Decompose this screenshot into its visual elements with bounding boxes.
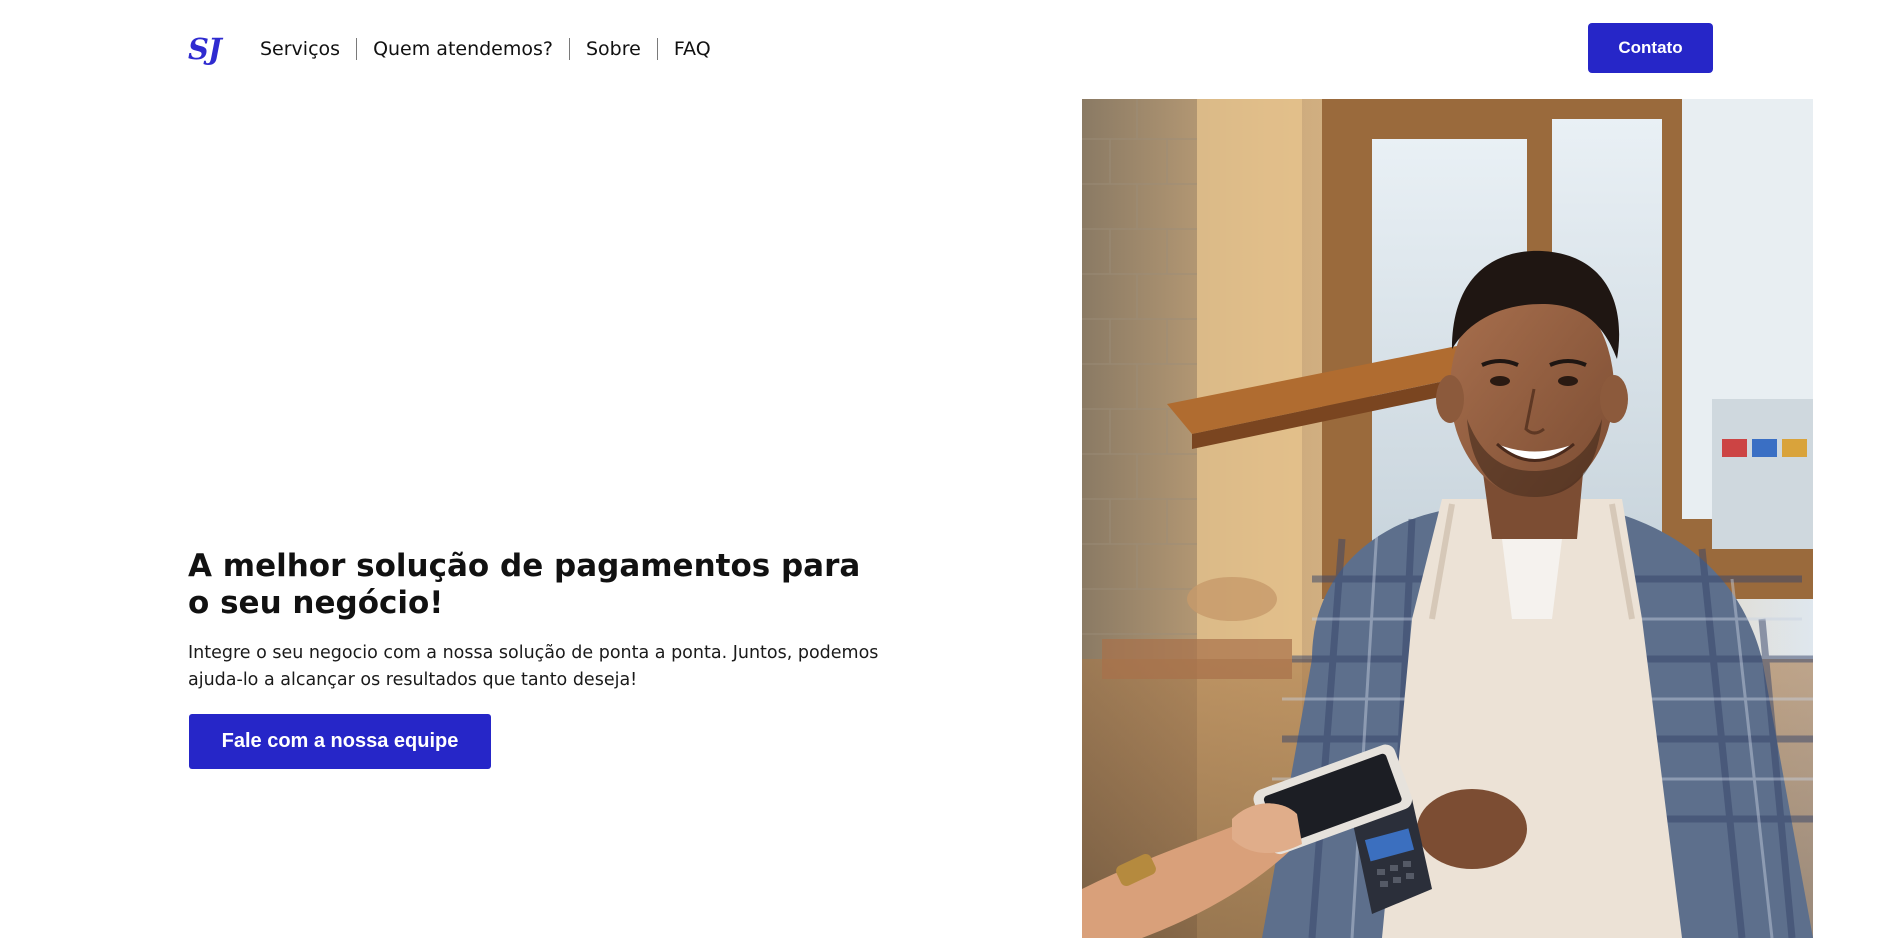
nav-item-faq[interactable]: FAQ (674, 36, 711, 62)
site-header: SJ Serviços Quem atendemos? Sobre FAQ Co… (0, 0, 1902, 99)
nav-item-servicos[interactable]: Serviços (260, 36, 340, 62)
nav-divider (656, 38, 658, 60)
nav-divider (356, 38, 358, 60)
hero-description: Integre o seu negocio com a nossa soluçã… (188, 643, 879, 690)
nav-divider (569, 38, 570, 60)
merchant-payment-photo (1082, 99, 1813, 938)
contact-button[interactable]: Contato (1588, 23, 1713, 73)
main-nav: Serviços Quem atendemos? Sobre FAQ (260, 36, 711, 62)
logo[interactable]: SJ (188, 30, 222, 68)
hero-title: A melhor solução de pagamentos para o se… (188, 548, 861, 621)
nav-item-quem-atendemos[interactable]: Quem atendemos? (373, 36, 553, 62)
nav-item-sobre[interactable]: Sobre (586, 36, 641, 62)
talk-to-team-button[interactable]: Fale com a nossa equipe (189, 714, 491, 769)
